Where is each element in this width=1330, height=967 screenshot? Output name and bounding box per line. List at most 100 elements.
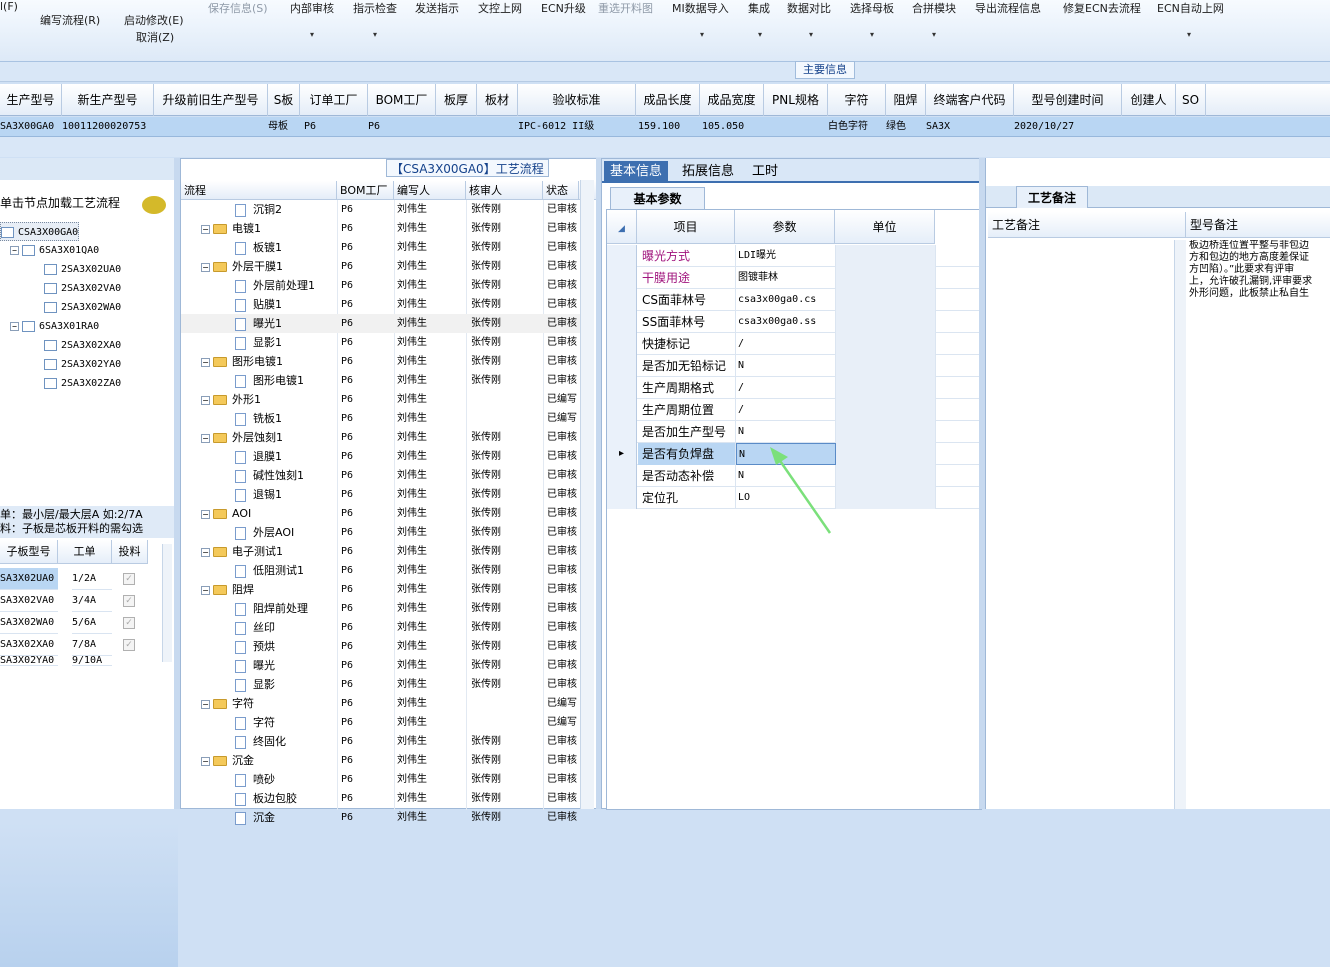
- notes-scrollbar[interactable]: [1174, 240, 1186, 809]
- process-row[interactable]: 字符 P6 刘伟生 已编写: [181, 713, 581, 732]
- param-value-cell[interactable]: N: [736, 443, 836, 465]
- sub-board-model-cell[interactable]: SA3X02XA0: [0, 634, 58, 656]
- param-unit-cell[interactable]: [836, 443, 936, 465]
- process-row[interactable]: − 外形1 P6 刘伟生 已编写: [181, 390, 581, 409]
- param-unit-cell[interactable]: [836, 267, 936, 289]
- col-writer[interactable]: 编写人: [394, 181, 466, 200]
- main-table-row[interactable]: SA3X00GA0 10011200020753 母板 P6 P6 IPC-60…: [0, 117, 1330, 137]
- process-row[interactable]: 终固化 P6 刘伟生 张传刚 已审核: [181, 732, 581, 751]
- tree-node[interactable]: −6SA3X01QA0: [10, 241, 99, 260]
- process-row[interactable]: 预烘 P6 刘伟生 张传刚 已审核: [181, 637, 581, 656]
- col-work-order[interactable]: 工单: [58, 540, 112, 564]
- param-unit-cell[interactable]: [836, 355, 936, 377]
- param-row[interactable]: 是否加生产型号 N: [607, 421, 981, 443]
- param-unit-cell[interactable]: [836, 333, 936, 355]
- param-row[interactable]: CS面菲林号 csa3x00ga0.cs: [607, 289, 981, 311]
- process-row[interactable]: 阻焊前处理 P6 刘伟生 张传刚 已审核: [181, 599, 581, 618]
- ecn-auto-online-button[interactable]: ECN自动上网: [1157, 0, 1224, 16]
- sub-board-model-cell[interactable]: SA3X02UA0: [0, 568, 58, 590]
- param-value-cell[interactable]: LO: [736, 487, 836, 509]
- col-acceptance-standard[interactable]: 验收标准: [518, 84, 636, 116]
- col-order-factory[interactable]: 订单工厂: [300, 84, 368, 116]
- row-indicator[interactable]: ▸: [607, 443, 637, 465]
- param-row[interactable]: 快捷标记 /: [607, 333, 981, 355]
- tree-node[interactable]: 2SA3X02UA0: [44, 260, 121, 279]
- work-order-cell[interactable]: 7/8A: [72, 634, 112, 656]
- col-bom-factory[interactable]: BOM工厂: [368, 84, 436, 116]
- internal-review-button[interactable]: 内部审核: [290, 0, 334, 16]
- col-parameter[interactable]: 参数: [735, 210, 835, 244]
- feed-checkbox[interactable]: ✓: [123, 595, 135, 607]
- repair-ecn-process-button[interactable]: 修复ECN去流程: [1063, 0, 1141, 16]
- process-row[interactable]: 喷砂 P6 刘伟生 张传刚 已审核: [181, 770, 581, 789]
- process-row[interactable]: 显影 P6 刘伟生 张传刚 已审核: [181, 675, 581, 694]
- process-scrollbar[interactable]: [580, 180, 594, 809]
- feed-checkbox[interactable]: ✓: [123, 617, 135, 629]
- collapse-toggle-icon[interactable]: −: [201, 585, 210, 595]
- work-order-cell[interactable]: 3/4A: [72, 590, 112, 612]
- start-modify-button[interactable]: 启动修改(E): [124, 12, 184, 28]
- process-row[interactable]: − 电镀1 P6 刘伟生 张传刚 已审核: [181, 219, 581, 238]
- col-sub-board-model[interactable]: 子板型号: [0, 540, 58, 564]
- row-indicator[interactable]: [607, 487, 637, 509]
- sub-board-model-cell[interactable]: SA3X02WA0: [0, 612, 58, 634]
- param-row[interactable]: SS面菲林号 csa3x00ga0.ss: [607, 311, 981, 333]
- tab-work-hours[interactable]: 工时: [746, 161, 784, 183]
- process-row[interactable]: − 字符 P6 刘伟生 已编写: [181, 694, 581, 713]
- row-indicator[interactable]: [607, 421, 637, 443]
- process-row[interactable]: − 图形电镀1 P6 刘伟生 张传刚 已审核: [181, 352, 581, 371]
- col-board-material[interactable]: 板材: [477, 84, 518, 116]
- col-solder-mask[interactable]: 阻焊: [886, 84, 926, 116]
- col-board-thickness[interactable]: 板厚: [436, 84, 477, 116]
- tree-node[interactable]: 2SA3X02VA0: [44, 279, 121, 298]
- work-order-cell[interactable]: 9/10A: [72, 656, 112, 666]
- process-row[interactable]: 铣板1 P6 刘伟生 已编写: [181, 409, 581, 428]
- process-row[interactable]: − 沉金 P6 刘伟生 张传刚 已审核: [181, 751, 581, 770]
- model-note-text[interactable]: 板边桥连位置平整与非包边 方和包边的地方高度差保证 方凹陷）。”此要求有评审 上…: [1189, 240, 1330, 300]
- collapse-toggle-icon[interactable]: −: [201, 395, 210, 405]
- data-compare-dropdown-icon[interactable]: ▾: [809, 30, 813, 39]
- collapse-toggle-icon[interactable]: −: [201, 699, 210, 709]
- param-unit-cell[interactable]: [836, 245, 936, 267]
- ecn-auto-online-dropdown-icon[interactable]: ▾: [1187, 30, 1191, 39]
- tree-node[interactable]: 2SA3X02WA0: [44, 298, 121, 317]
- process-row[interactable]: 碱性蚀刻1 P6 刘伟生 张传刚 已审核: [181, 466, 581, 485]
- row-indicator[interactable]: [607, 355, 637, 377]
- param-value-cell[interactable]: csa3x00ga0.cs: [736, 289, 836, 311]
- param-value-cell[interactable]: 图镀菲林: [736, 267, 836, 289]
- integrate-dropdown-icon[interactable]: ▾: [758, 30, 762, 39]
- col-end-customer-code[interactable]: 终端客户代码: [926, 84, 1014, 116]
- col-process-notes[interactable]: 工艺备注: [988, 212, 1186, 238]
- process-row[interactable]: 退锡1 P6 刘伟生 张传刚 已审核: [181, 485, 581, 504]
- collapse-toggle-icon[interactable]: −: [201, 509, 210, 519]
- collapse-toggle-icon[interactable]: −: [201, 224, 210, 234]
- col-process[interactable]: 流程: [181, 181, 337, 200]
- tree-node[interactable]: −6SA3X01RA0: [10, 317, 99, 336]
- process-row[interactable]: 板边包胶 P6 刘伟生 张传刚 已审核: [181, 789, 581, 808]
- process-row[interactable]: 退膜1 P6 刘伟生 张传刚 已审核: [181, 447, 581, 466]
- row-indicator[interactable]: [607, 333, 637, 355]
- send-instruction-button[interactable]: 发送指示: [415, 0, 459, 16]
- row-indicator[interactable]: [607, 377, 637, 399]
- row-indicator[interactable]: [607, 245, 637, 267]
- param-row[interactable]: 干膜用途 图镀菲林: [607, 267, 981, 289]
- data-compare-button[interactable]: 数据对比: [787, 0, 831, 16]
- select-mother-board-dropdown-icon[interactable]: ▾: [870, 30, 874, 39]
- process-row[interactable]: 低阻测试1 P6 刘伟生 张传刚 已审核: [181, 561, 581, 580]
- sub-board-model-cell[interactable]: SA3X02YA0: [0, 656, 58, 666]
- reselect-cutting-chart-button[interactable]: 重选开料图: [598, 0, 653, 16]
- process-row[interactable]: − 外层干膜1 P6 刘伟生 张传刚 已审核: [181, 257, 581, 276]
- param-unit-cell[interactable]: [836, 311, 936, 333]
- param-value-cell[interactable]: /: [736, 399, 836, 421]
- process-row[interactable]: 曝光1 P6 刘伟生 张传刚 已审核: [181, 314, 581, 333]
- col-reviewer[interactable]: 核审人: [466, 181, 543, 200]
- col-s-board[interactable]: S板: [268, 84, 300, 116]
- param-row[interactable]: 曝光方式 LDI曝光: [607, 245, 981, 267]
- tree-node[interactable]: 2SA3X02XA0: [44, 336, 121, 355]
- col-old-production-model[interactable]: 升级前旧生产型号: [154, 84, 268, 116]
- col-production-model[interactable]: 生产型号: [0, 84, 62, 116]
- feed-checkbox[interactable]: ✓: [123, 573, 135, 585]
- process-row[interactable]: − 电子测试1 P6 刘伟生 张传刚 已审核: [181, 542, 581, 561]
- process-row[interactable]: 沉铜2 P6 刘伟生 张传刚 已审核: [181, 200, 581, 219]
- splitter-band[interactable]: [0, 137, 1330, 157]
